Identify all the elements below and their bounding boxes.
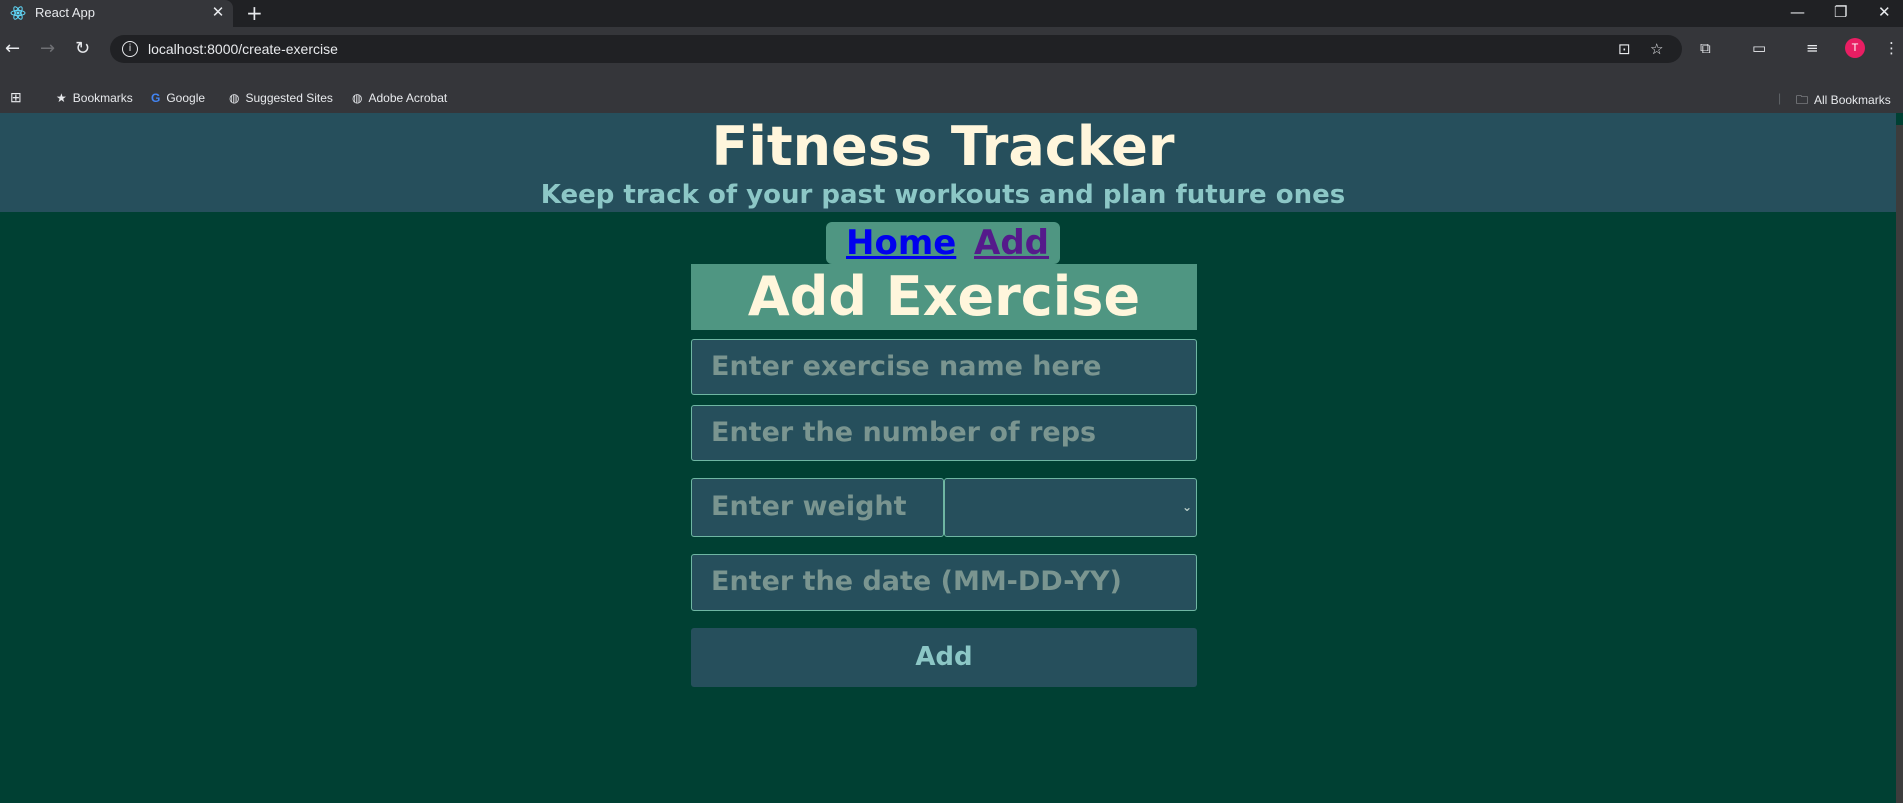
weight-placeholder: Enter weight — [711, 491, 907, 522]
address-bar[interactable]: i localhost:8000/create-exercise ⊡ ☆ — [110, 35, 1682, 63]
exercise-name-field[interactable]: Enter exercise name here — [691, 339, 1197, 395]
reload-icon[interactable]: ↻ — [75, 38, 90, 59]
star-icon: ★ — [56, 91, 67, 105]
reading-list-icon[interactable]: ▭ — [1752, 39, 1766, 57]
chevron-down-icon: ⌄ — [1181, 500, 1192, 514]
globe-icon: ◍ — [352, 91, 363, 105]
restore-icon[interactable]: ❐ — [1834, 3, 1847, 21]
page-content: Fitness Tracker Keep track of your past … — [0, 113, 1896, 803]
globe-icon: ◍ — [229, 91, 240, 105]
bookmark-label: Adobe Acrobat — [368, 91, 448, 105]
profile-avatar[interactable]: T — [1845, 38, 1865, 58]
exercise-name-placeholder: Enter exercise name here — [711, 351, 1102, 382]
bookmark-label: Bookmarks — [72, 91, 133, 105]
bookmark-item-google[interactable]: G Google — [151, 91, 205, 105]
media-controls-icon[interactable]: ≡ — [1806, 39, 1819, 57]
site-title: Fitness Tracker — [711, 115, 1175, 178]
bookmark-item-bookmarks[interactable]: ★ Bookmarks — [56, 91, 133, 105]
bookmark-item-suggested-sites[interactable]: ◍ Suggested Sites — [229, 91, 333, 105]
browser-tab-strip: React App ✕ + — ❐ ✕ — [0, 0, 1903, 27]
date-placeholder: Enter the date (MM-DD-YY) — [711, 566, 1122, 597]
browser-toolbar: ← → ↻ i localhost:8000/create-exercise ⊡… — [0, 27, 1903, 84]
browser-tab[interactable]: React App ✕ — [0, 0, 233, 27]
reps-field[interactable]: Enter the number of reps — [691, 405, 1197, 461]
unit-select[interactable]: ⌄ — [944, 478, 1197, 537]
nav-link-home[interactable]: Home — [846, 222, 956, 264]
form-title: Add Exercise — [691, 264, 1197, 330]
weight-field[interactable]: Enter weight — [691, 478, 944, 537]
tab-title: React App — [35, 5, 95, 20]
date-field[interactable]: Enter the date (MM-DD-YY) — [691, 554, 1197, 611]
nav-link-add[interactable]: Add — [974, 222, 1049, 264]
close-tab-icon[interactable]: ✕ — [209, 3, 227, 21]
bookmark-item-adobe-acrobat[interactable]: ◍ Adobe Acrobat — [352, 91, 447, 105]
folder-icon: 🗀 — [1796, 93, 1809, 107]
add-exercise-button[interactable]: Add — [691, 628, 1197, 687]
all-bookmarks[interactable]: 🗀 All Bookmarks — [1796, 91, 1891, 112]
menu-icon[interactable]: ⋮ — [1884, 39, 1899, 57]
back-icon[interactable]: ← — [5, 38, 20, 59]
new-tab-icon[interactable]: + — [246, 1, 263, 25]
scrollbar-thumb[interactable] — [1896, 125, 1903, 803]
close-window-icon[interactable]: ✕ — [1878, 3, 1891, 21]
site-subtitle: Keep track of your past workouts and pla… — [540, 180, 1346, 210]
bookmarks-bar: ⊞ ★ Bookmarks G Google ◍ Suggested Sites ◍ A… — [0, 84, 1903, 114]
bookmarks-divider: | — [1778, 91, 1782, 105]
google-icon: G — [151, 91, 161, 105]
all-bookmarks-label: All Bookmarks — [1814, 93, 1891, 107]
site-info-icon[interactable]: i — [122, 41, 138, 57]
extensions-icon[interactable]: ⧉ — [1700, 39, 1711, 57]
reps-placeholder: Enter the number of reps — [711, 417, 1097, 448]
main-nav: Home Add — [826, 222, 1060, 264]
address-url[interactable]: localhost:8000/create-exercise — [148, 41, 338, 57]
apps-grid-icon[interactable]: ⊞ — [10, 89, 22, 106]
bookmark-star-icon[interactable]: ☆ — [1650, 40, 1663, 58]
minimize-icon[interactable]: — — [1790, 3, 1805, 21]
bookmark-label: Suggested Sites — [245, 91, 333, 105]
page-scrollbar[interactable] — [1896, 113, 1903, 803]
react-logo-icon — [10, 6, 26, 20]
bookmark-label: Google — [166, 91, 206, 105]
install-app-icon[interactable]: ⊡ — [1618, 40, 1631, 58]
forward-icon[interactable]: → — [40, 38, 55, 59]
site-header: Fitness Tracker Keep track of your past … — [0, 113, 1896, 212]
